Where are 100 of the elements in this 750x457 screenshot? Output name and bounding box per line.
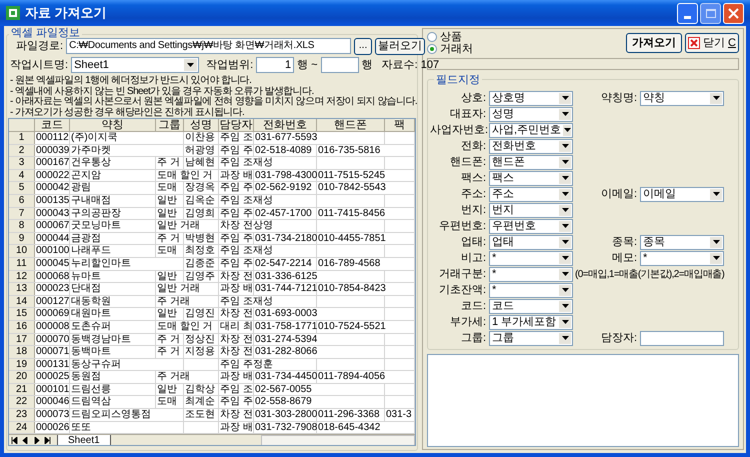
row-number[interactable]: 23 (9, 409, 35, 421)
field-dropdown[interactable]: 상호명 (489, 90, 573, 106)
field-label: 대표자: (448, 106, 486, 122)
table-cell: 금광점 (70, 232, 156, 244)
row-number[interactable]: 16 (9, 320, 35, 332)
radio-button[interactable] (427, 32, 437, 42)
table-cell: 010-7842-5543 (317, 182, 415, 194)
field-dropdown[interactable]: 약칭 (640, 90, 724, 106)
field-dropdown[interactable]: 전화번호 (489, 138, 573, 154)
table-cell: 031-336-6125 (254, 270, 385, 282)
field-dropdown[interactable]: 코드 (489, 298, 573, 314)
row-number[interactable]: 14 (9, 296, 35, 308)
log-area[interactable] (427, 354, 739, 447)
table-cell: 010-4455-7851 (317, 232, 415, 244)
field-dropdown[interactable]: * (489, 266, 573, 282)
close-icon (728, 8, 739, 18)
field-dropdown[interactable]: 사업,주민번호 (489, 122, 573, 138)
column-header[interactable]: 팩 (385, 119, 415, 131)
row-number[interactable]: 12 (9, 270, 35, 282)
maximize-button[interactable] (700, 2, 721, 24)
row-number[interactable]: 7 (9, 208, 35, 220)
table-cell: 000026 (35, 422, 70, 434)
row-number[interactable]: 4 (9, 170, 35, 182)
text-field[interactable] (640, 330, 724, 346)
field-dropdown[interactable]: 성명 (489, 106, 573, 122)
row-number[interactable]: 17 (9, 334, 35, 346)
row-number[interactable]: 21 (9, 384, 35, 396)
field-dropdown[interactable]: 팩스 (489, 170, 573, 186)
row-number[interactable]: 11 (9, 258, 35, 270)
row-number[interactable]: 3 (9, 157, 35, 169)
row-number[interactable]: 19 (9, 358, 35, 370)
sheet-tab[interactable]: Sheet1 (57, 434, 111, 445)
table-cell: 02-457-1700 (254, 208, 317, 220)
field-dropdown[interactable]: * (489, 250, 573, 266)
column-header[interactable]: 전화번호 (254, 119, 317, 131)
range-end-field[interactable] (320, 57, 359, 73)
row-number[interactable]: 10 (9, 245, 35, 257)
table-cell: 주임 조재성 (219, 245, 317, 257)
row-number[interactable]: 1 (9, 132, 35, 144)
field-dropdown[interactable]: 종목 (640, 234, 724, 250)
field-dropdown[interactable]: * (640, 250, 724, 266)
column-header[interactable]: 성명 (184, 119, 219, 131)
minimize-button[interactable] (677, 2, 698, 24)
row-number[interactable]: 18 (9, 346, 35, 358)
row-number[interactable]: 6 (9, 194, 35, 207)
table-cell: 000068 (35, 270, 70, 282)
field-label: 담장자: (600, 330, 637, 346)
row-number[interactable]: 5 (9, 182, 35, 194)
range-start-field[interactable]: 1 (256, 57, 294, 73)
field-dropdown[interactable]: 이메일 (640, 186, 724, 202)
table-cell: 031-693-0003 (254, 308, 385, 320)
table-cell: 드림오피스영통점 (70, 409, 184, 421)
row-number[interactable]: 24 (9, 422, 35, 434)
close-dialog-button[interactable]: 닫기 C (685, 33, 739, 53)
radio-button[interactable] (427, 44, 437, 54)
sheet-dropdown[interactable]: Sheet1 (71, 57, 200, 73)
radio-label[interactable]: 상품 (440, 31, 462, 43)
field-dropdown[interactable]: 핸드폰 (489, 154, 573, 170)
row-number[interactable]: 9 (9, 232, 35, 244)
close-button[interactable] (723, 2, 744, 24)
column-header[interactable]: 약칭 (70, 119, 156, 131)
field-label: 상호: (460, 90, 486, 106)
table-cell: 도매 (156, 245, 184, 257)
table-cell: 주임 주 (219, 396, 254, 408)
browse-button[interactable]: ... (354, 38, 372, 54)
field-label: 작업범위: (206, 58, 254, 73)
note-text: - 엑셀내에 사용하지 않는 빈 Sheet가 있을 경우 자동화 오류가 발생합니다. (10, 86, 314, 96)
radio-label[interactable]: 거래처 (440, 43, 473, 55)
field-dropdown[interactable]: 주소 (489, 186, 573, 202)
horizontal-scrollbar[interactable] (260, 435, 415, 445)
field-dropdown[interactable]: 번지 (489, 202, 573, 218)
table-cell: 000045 (35, 258, 70, 270)
row-number[interactable]: 20 (9, 371, 35, 383)
table-cell: 가주마켓 (70, 144, 184, 156)
field-dropdown[interactable]: 업태 (489, 234, 573, 250)
table-cell: 최계순 (184, 396, 219, 408)
field-dropdown[interactable]: 1 부가세포함 (489, 314, 573, 330)
table-cell: 031-758-1771 (254, 320, 317, 332)
column-header[interactable]: 코드 (35, 119, 70, 131)
table-cell: 광림 (70, 182, 156, 194)
row-number[interactable]: 8 (9, 220, 35, 232)
table-cell: 동원점 (70, 371, 156, 383)
row-number[interactable]: 2 (9, 144, 35, 156)
row-number[interactable]: 15 (9, 308, 35, 320)
table-cell: 주임 주 (219, 232, 254, 244)
field-dropdown[interactable]: 그룹 (489, 330, 573, 346)
import-button[interactable]: 가져오기 (626, 33, 682, 53)
table-cell: 장경옥 (184, 182, 219, 194)
file-path-field[interactable]: C:₩Documents and Settings₩j₩바탕 화면₩거래처.XLS (66, 38, 352, 54)
row-number[interactable]: 13 (9, 283, 35, 295)
row-number[interactable]: 22 (9, 396, 35, 408)
table-cell: 000008 (35, 320, 70, 332)
table-cell: 주 거래 (156, 296, 219, 308)
field-dropdown[interactable]: * (489, 282, 573, 298)
field-dropdown[interactable]: 우편번호 (489, 218, 573, 234)
column-header[interactable]: 핸드폰 (317, 119, 385, 131)
column-header[interactable]: 그룹 (156, 119, 184, 131)
table-cell: 000073 (35, 409, 70, 421)
column-header[interactable]: 담당자 (219, 119, 254, 131)
load-button[interactable]: 불러오기 (375, 38, 426, 54)
